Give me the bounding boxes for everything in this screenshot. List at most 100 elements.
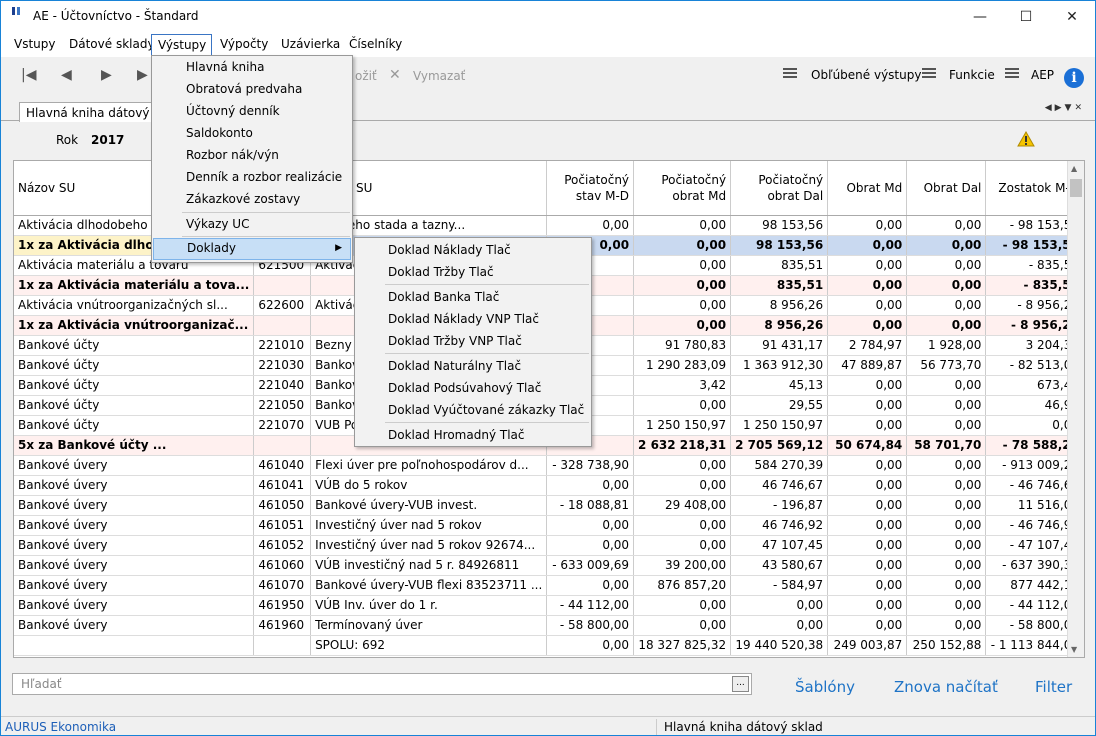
table-cell: 461960 xyxy=(253,615,312,636)
table-row[interactable]: Bankové úvery 461070 Bankové úvery-VUB fle… xyxy=(14,575,1084,596)
info-icon[interactable]: i xyxy=(1064,68,1084,88)
table-cell: - 328 738,90 xyxy=(546,455,635,476)
menu-uzavierka[interactable]: Uzávierka xyxy=(281,37,340,51)
menu-vstupy[interactable]: Vstupy xyxy=(14,37,56,51)
table-cell: 0,00 xyxy=(827,515,908,536)
menu-datove-sklady[interactable]: Dátové sklady xyxy=(69,37,155,51)
menu-item-zakazkove-zostavy[interactable]: Zákazkové zostavy xyxy=(153,189,351,211)
table-cell: Bankové úvery xyxy=(14,595,255,616)
col-header-obrat-dal[interactable]: Obrat Dal xyxy=(906,161,987,216)
table-cell: 0,00 xyxy=(827,535,908,556)
submenu-doklad-podsuvahovy[interactable]: Doklad Podsúvahový Tlač xyxy=(356,377,590,399)
table-row[interactable]: Bankové úvery 461040 Flexi úver pre poľnoh… xyxy=(14,455,1084,476)
table-cell xyxy=(253,275,312,296)
table-cell: 0,00 xyxy=(906,275,987,296)
tab-hlavna-kniha[interactable]: Hlavná kniha dátový sklad xyxy=(19,102,159,122)
aep-button[interactable]: AEP xyxy=(1031,68,1054,82)
table-cell: 47 889,87 xyxy=(827,355,908,376)
delete-button[interactable]: Vymazať xyxy=(413,69,465,83)
vertical-scrollbar[interactable]: ▲ ▼ xyxy=(1067,161,1084,657)
scroll-thumb[interactable] xyxy=(1070,179,1082,197)
menu-vystupy[interactable]: Výstupy xyxy=(151,34,213,57)
menu-separator xyxy=(182,212,350,213)
table-cell: 0,00 xyxy=(827,455,908,476)
submenu-doklad-banka[interactable]: Doklad Banka Tlač xyxy=(356,286,590,308)
table-cell: 0,00 xyxy=(827,475,908,496)
table-cell: 835,51 xyxy=(730,255,829,276)
table-cell: Bankové úvery xyxy=(14,575,255,596)
col-header-pociatocny-obrat-md[interactable]: Počiatočný obrat Md xyxy=(633,161,732,216)
table-row[interactable]: Bankové úvery 461050 Bankové úvery-VUB inv… xyxy=(14,495,1084,516)
submenu-doklad-vyuctovane[interactable]: Doklad Vyúčtované zákazky Tlač xyxy=(356,399,590,421)
previous-record-icon[interactable]: ◀ xyxy=(61,67,72,83)
warning-icon[interactable] xyxy=(1017,131,1035,147)
filter-link[interactable]: Filter xyxy=(1035,678,1072,696)
last-record-icon[interactable]: ▶ xyxy=(137,67,148,83)
menu-vypocty[interactable]: Výpočty xyxy=(220,37,268,51)
menu-item-dennik-realizacie[interactable]: Denník a rozbor realizácie xyxy=(153,167,351,189)
table-cell: 98 153,56 xyxy=(730,215,829,236)
table-cell: 221040 xyxy=(253,375,312,396)
delete-icon[interactable]: ✕ xyxy=(389,67,401,83)
table-cell xyxy=(14,634,255,656)
minimize-button[interactable]: — xyxy=(957,1,1003,32)
scroll-up-icon[interactable]: ▲ xyxy=(1071,164,1077,173)
search-browse-button[interactable]: ... xyxy=(732,676,749,692)
table-row[interactable]: Bankové úvery 461051 Investičný úver nad 5… xyxy=(14,515,1084,536)
first-record-icon[interactable]: |◀ xyxy=(21,67,36,83)
menu-item-uctovny-dennik[interactable]: Účtovný denník xyxy=(153,101,351,123)
table-cell: 250 152,88 xyxy=(906,634,987,656)
menu-item-rozbor[interactable]: Rozbor nák/výn xyxy=(153,145,351,167)
table-cell: Bankové úvery xyxy=(14,615,255,636)
submenu-arrow-icon: ▶ xyxy=(335,243,342,253)
submenu-doklad-naturalny[interactable]: Doklad Naturálny Tlač xyxy=(356,355,590,377)
col-header-pociatocny-obrat-dal[interactable]: Počiatočný obrat Dal xyxy=(730,161,829,216)
table-row[interactable]: Bankové úvery 461060 VÚB investičný nad 5 … xyxy=(14,555,1084,576)
table-cell: 2 632 218,31 xyxy=(633,435,732,456)
menu-item-obratova-predvaha[interactable]: Obratová predvaha xyxy=(153,79,351,101)
menu-item-doklady[interactable]: Doklady ▶ xyxy=(153,238,351,260)
table-row[interactable]: Bankové úvery 461950 VÚB Inv. úver do 1 r.… xyxy=(14,595,1084,616)
submenu-doklad-naklady-vnp[interactable]: Doklad Náklady VNP Tlač xyxy=(356,308,590,330)
table-cell: SPOLU: 692 xyxy=(310,634,548,656)
favorites-button[interactable]: Obľúbené výstupy xyxy=(811,68,921,82)
table-cell: 1 290 283,09 xyxy=(633,355,732,376)
table-cell: 0,00 xyxy=(546,515,635,536)
table-cell: 46 746,67 xyxy=(730,475,829,496)
table-cell: 29,55 xyxy=(730,395,829,416)
table-cell: 0,00 xyxy=(730,615,829,636)
aep-list-icon xyxy=(1005,66,1019,82)
table-total-row[interactable]: SPOLU: 692 0,00 18 327 825,32 19 440 520,38… xyxy=(14,634,1084,656)
submenu-doklad-hromadny[interactable]: Doklad Hromadný Tlač xyxy=(356,424,590,446)
tab-scroll-arrows-icon[interactable]: ◀▶▼✕ xyxy=(1045,103,1085,113)
search-input[interactable]: Hľadať xyxy=(12,673,752,695)
submenu-doklad-naklady[interactable]: Doklad Náklady Tlač xyxy=(356,239,590,261)
table-cell: 0,00 xyxy=(546,535,635,556)
menu-item-hlavna-kniha[interactable]: Hlavná kniha xyxy=(153,57,351,79)
col-header-pociatocny-stav[interactable]: Počiatočný stav M-D xyxy=(546,161,635,216)
table-row[interactable]: Bankové úvery 461052 Investičný úver nad 5… xyxy=(14,535,1084,556)
submenu-doklad-trzby-vnp[interactable]: Doklad Tržby VNP Tlač xyxy=(356,330,590,352)
next-record-icon[interactable]: ▶ xyxy=(101,67,112,83)
maximize-button[interactable]: ☐ xyxy=(1003,1,1049,32)
table-cell: 0,00 xyxy=(906,555,987,576)
functions-button[interactable]: Funkcie xyxy=(949,68,995,82)
scroll-down-icon[interactable]: ▼ xyxy=(1071,645,1077,654)
table-cell: 0,00 xyxy=(633,515,732,536)
menu-item-vykazy-uc[interactable]: Výkazy UC xyxy=(153,214,351,236)
menu-separator xyxy=(385,284,589,285)
menu-ciselniky[interactable]: Číselníky xyxy=(349,37,402,51)
col-header-obrat-md[interactable]: Obrat Md xyxy=(827,161,908,216)
save-label[interactable]: ožiť xyxy=(355,69,377,83)
table-cell: - 18 088,81 xyxy=(546,495,635,516)
menu-item-saldokonto[interactable]: Saldokonto xyxy=(153,123,351,145)
table-cell: VÚB do 5 rokov xyxy=(310,475,548,496)
reload-link[interactable]: Znova načítať xyxy=(894,678,998,696)
table-row[interactable]: Bankové úvery 461041 VÚB do 5 rokov 0,00 0,0… xyxy=(14,475,1084,496)
submenu-doklad-trzby[interactable]: Doklad Tržby Tlač xyxy=(356,261,590,283)
table-cell: 0,00 xyxy=(827,555,908,576)
sablony-link[interactable]: Šablóny xyxy=(795,678,855,696)
table-cell: 835,51 xyxy=(730,275,829,296)
close-button[interactable]: ✕ xyxy=(1049,1,1095,32)
table-row[interactable]: Bankové úvery 461960 Termínovaný úver - 58 … xyxy=(14,615,1084,636)
